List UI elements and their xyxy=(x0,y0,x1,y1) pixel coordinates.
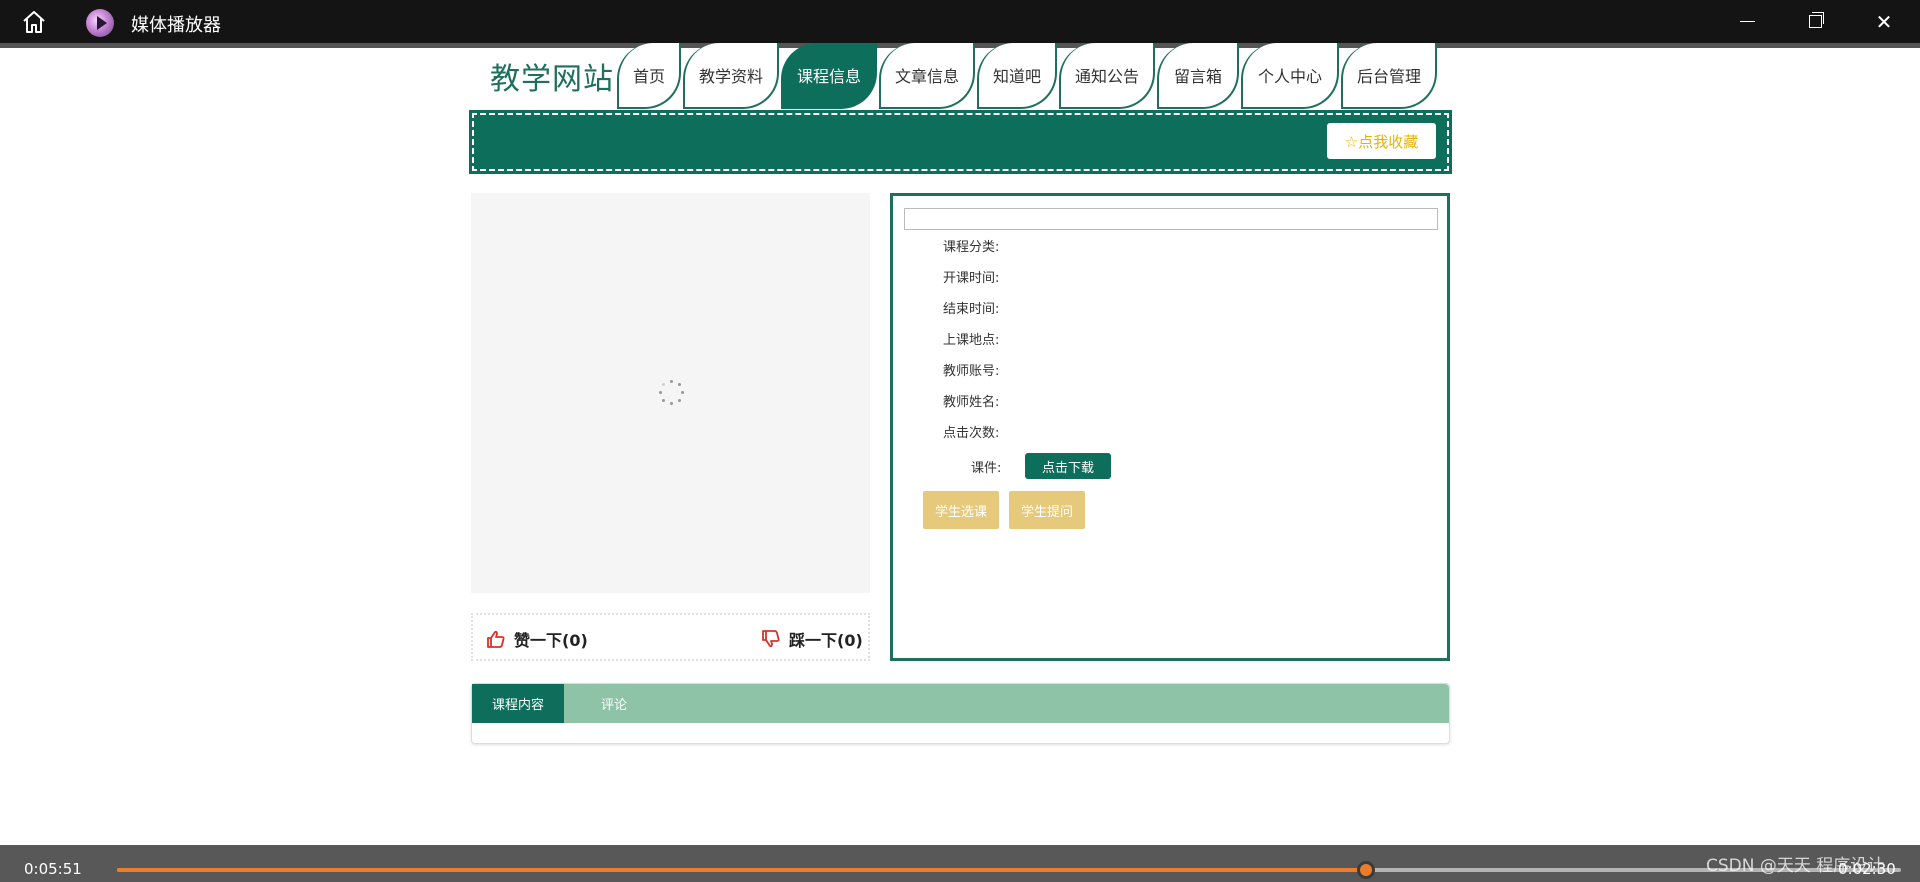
maximize-icon xyxy=(1808,12,1824,28)
vote-box: 赞一下(0) 踩一下(0) xyxy=(471,613,870,661)
thumbs-down-icon xyxy=(762,630,780,648)
player-controls: 0:05:51 0:02:30 xyxy=(0,845,1920,882)
nav-notices[interactable]: 通知公告 xyxy=(1059,43,1155,109)
close-button[interactable]: ✕ xyxy=(1850,0,1918,43)
field-teacher-name: 教师姓名: xyxy=(943,395,1000,410)
tab-comments[interactable]: 评论 xyxy=(564,684,664,723)
nav-messages[interactable]: 留言箱 xyxy=(1157,43,1239,109)
field-category: 课程分类: xyxy=(943,240,1000,255)
course-image-placeholder xyxy=(471,193,870,593)
dislike-label: 踩一下(0) xyxy=(789,631,863,650)
like-label: 赞一下(0) xyxy=(514,631,588,650)
course-detail-panel: 课程分类: 开课时间: 结束时间: 上课地点: 教师账号: 教师姓名: 点击次数… xyxy=(890,193,1450,661)
tab-course-content[interactable]: 课程内容 xyxy=(472,684,564,723)
site-title: 教学网站 xyxy=(490,62,614,97)
watermark: CSDN @天天 程序设计 xyxy=(1706,856,1885,876)
close-icon: ✕ xyxy=(1875,9,1893,34)
elapsed-time: 0:05:51 xyxy=(24,860,82,878)
nav-admin[interactable]: 后台管理 xyxy=(1341,43,1437,109)
seek-bar[interactable] xyxy=(117,861,1901,879)
seek-handle[interactable] xyxy=(1356,861,1375,879)
nav-home[interactable]: 首页 xyxy=(617,43,681,109)
course-title-field[interactable] xyxy=(904,208,1438,230)
dislike-button[interactable]: 踩一下(0) xyxy=(761,627,863,651)
field-start-time: 开课时间: xyxy=(943,271,1000,286)
minimize-button[interactable] xyxy=(1713,0,1781,43)
loading-spinner-icon xyxy=(658,380,684,406)
field-end-time: 结束时间: xyxy=(943,302,1000,317)
course-banner xyxy=(469,110,1452,174)
maximize-button[interactable] xyxy=(1781,0,1849,43)
app-title: 媒体播放器 xyxy=(131,15,221,36)
favorite-label: ☆点我收藏 xyxy=(1344,132,1419,151)
field-location: 上课地点: xyxy=(943,333,1000,348)
minimize-icon xyxy=(1739,21,1755,22)
tab-bar: 课程内容 评论 xyxy=(472,684,1449,723)
field-clicks: 点击次数: xyxy=(943,426,1000,441)
like-button[interactable]: 赞一下(0) xyxy=(486,627,588,651)
nav-teaching-materials[interactable]: 教学资料 xyxy=(683,43,779,109)
nav-knowledge[interactable]: 知道吧 xyxy=(977,43,1057,109)
main-nav: 首页 教学资料 课程信息 文章信息 知道吧 通知公告 留言箱 个人中心 后台管理 xyxy=(617,43,1439,109)
ask-question-button[interactable]: 学生提问 xyxy=(1009,491,1085,529)
favorite-button[interactable]: ☆点我收藏 xyxy=(1327,123,1436,159)
enroll-button[interactable]: 学生选课 xyxy=(923,491,999,529)
nav-course-info[interactable]: 课程信息 xyxy=(781,43,877,109)
field-courseware: 课件: xyxy=(971,461,1002,476)
nav-personal-center[interactable]: 个人中心 xyxy=(1241,43,1339,109)
download-button[interactable]: 点击下载 xyxy=(1025,453,1111,479)
home-icon[interactable] xyxy=(20,9,50,35)
field-teacher-account: 教师账号: xyxy=(943,364,1000,379)
seek-progress xyxy=(117,868,1366,872)
thumbs-up-icon xyxy=(487,630,505,648)
window-titlebar: 媒体播放器 ✕ xyxy=(0,0,1920,43)
course-tabs: 课程内容 评论 xyxy=(471,683,1450,744)
media-player-icon xyxy=(86,9,114,37)
nav-articles[interactable]: 文章信息 xyxy=(879,43,975,109)
